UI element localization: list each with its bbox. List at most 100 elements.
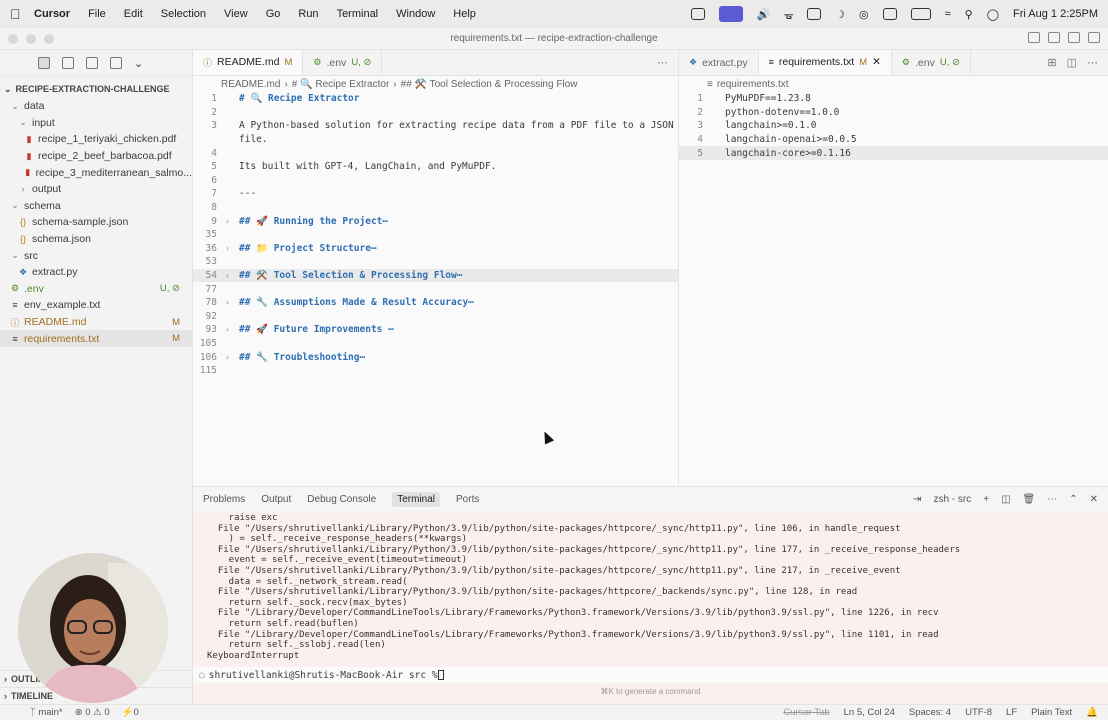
language-mode[interactable]: Plain Text [1031,707,1072,718]
code-line[interactable]: 77 [193,282,678,296]
tree-file-pdf-1[interactable]: ▮ recipe_1_teriyaki_chicken.pdf [0,131,192,148]
code-line[interactable]: 36 › ## 📁 Project Structure⋯ [193,242,678,256]
new-terminal-icon[interactable]: + [983,494,989,505]
menu-window[interactable]: Window [396,8,435,20]
tab-problems[interactable]: Problems [203,494,245,505]
tab-env[interactable]: ⚙ .env U, ⊘ [303,50,383,75]
tree-file-schema-sample[interactable]: {} schema-sample.json [0,214,192,231]
breadcrumb-item[interactable]: # 🔍 Recipe Extractor [292,79,390,90]
chevron-down-icon[interactable]: ⌄ [134,57,146,70]
screen-share-icon[interactable] [718,6,743,22]
cursor-tab-status[interactable]: Cursor Tab [783,707,829,718]
menu-selection[interactable]: Selection [161,8,206,20]
tree-file-env[interactable]: ⚙ .env U, ⊘ [0,281,192,298]
breadcrumb-item[interactable]: ## ⚒️ Tool Selection & Processing Flow [401,79,578,90]
more-actions-icon[interactable]: ⋯ [657,56,668,69]
project-header[interactable]: ⌄ RECIPE-EXTRACTION-CHALLENGE [0,80,192,98]
zoom-window-button[interactable] [44,34,54,44]
toggle-panel-icon[interactable] [1048,32,1060,43]
customize-layout-icon[interactable] [1088,32,1100,43]
split-terminal-icon[interactable]: ◫ [1001,494,1010,505]
encoding-status[interactable]: UTF-8 [965,707,992,718]
code-line[interactable]: file. [193,133,678,147]
app-menu[interactable]: Cursor [34,8,70,20]
code-line[interactable]: 6 [193,174,678,188]
eol-status[interactable]: LF [1006,707,1017,718]
wifi-icon[interactable]: ≈ [945,8,951,20]
spotlight-search-icon[interactable]: ⚲ [965,8,973,21]
tab-ports[interactable]: Ports [456,494,479,505]
more-actions-icon[interactable]: ⋯ [1047,494,1057,505]
explorer-files-icon[interactable] [38,56,50,69]
toggle-sidebar-icon[interactable] [1028,32,1040,43]
focus-moon-icon[interactable]: ☽ [835,8,845,21]
fold-chevron-icon[interactable]: › [225,353,239,362]
code-line[interactable]: 5 Its built with GPT-4, LangChain, and Py… [193,160,678,174]
menu-view[interactable]: View [224,8,248,20]
stage-manager-icon[interactable] [882,8,897,20]
menu-help[interactable]: Help [453,8,476,20]
tab-readme[interactable]: ⓘ README.md M [193,50,304,75]
code-line[interactable]: 35 [193,228,678,242]
code-line[interactable]: 7 --- [193,187,678,201]
code-line[interactable]: 2 python-dotenv==1.0.0 [679,106,1108,120]
code-line[interactable]: 3 langchain>=0.1.0 [679,119,1108,133]
code-line[interactable]: 106 › ## 🔧 Troubleshooting⋯ [193,350,678,364]
extensions-icon[interactable] [110,56,122,69]
battery-icon[interactable] [910,8,931,20]
menu-edit[interactable]: Edit [124,8,143,20]
ports-status[interactable]: ⚡0 [122,707,139,718]
source-control-icon[interactable] [86,56,98,69]
tree-file-schema[interactable]: {} schema.json [0,231,192,248]
breadcrumb-item[interactable]: requirements.txt [717,79,789,90]
shell-label[interactable]: zsh - src [933,494,971,505]
menu-file[interactable]: File [88,8,106,20]
tree-folder-src[interactable]: ⌄ src [0,247,192,264]
code-line[interactable]: 4 langchain-openai>=0.0.5 [679,133,1108,147]
fold-chevron-icon[interactable]: › [225,244,239,253]
split-editor-icon[interactable]: ◫ [1067,56,1077,69]
fold-chevron-icon[interactable]: › [225,217,239,226]
code-area-requirements[interactable]: 1 PyMuPDF==1.23.8 2 python-dotenv==1.0.0 3 la… [679,92,1108,160]
fold-chevron-icon[interactable]: › [225,298,239,307]
bluetooth-icon[interactable]: ᚗ [784,8,793,21]
fold-chevron-icon[interactable]: › [225,271,239,280]
problems-status[interactable]: ⊗ 0 ⚠ 0 [75,707,110,718]
code-line[interactable]: 93 › ## 🚀 Future Improvements ⋯ [193,323,678,337]
terminal-prompt[interactable]: ○ shrutivellanki@Shrutis-MacBook-Air src… [193,667,1108,683]
terminal-output[interactable]: raise exc File "/Users/shrutivellanki/Li… [193,511,1108,661]
code-area-readme[interactable]: 1 # 🔍 Recipe Extractor 2 3 A Python-based so… [193,92,678,377]
trash-icon[interactable]: 🗑 [1023,494,1036,505]
code-line[interactable]: 1 # 🔍 Recipe Extractor [193,92,678,106]
breadcrumb-item[interactable]: README.md [221,79,280,90]
code-line[interactable]: 54 › ## ⚒️ Tool Selection & Processing Flo… [193,268,678,283]
tree-file-env-example[interactable]: ≡ env_example.txt [0,297,192,314]
code-line[interactable]: 5 langchain-core>=0.1.16 [679,146,1108,160]
display-icon[interactable] [807,8,822,20]
code-line[interactable]: 115 [193,364,678,378]
close-window-button[interactable] [8,34,18,44]
menu-go[interactable]: Go [266,8,281,20]
tab-terminal[interactable]: Terminal [392,491,441,507]
close-icon[interactable]: ✕ [1090,494,1098,505]
apple-icon[interactable]:  [10,6,34,22]
record-icon[interactable] [690,8,705,20]
tree-folder-data[interactable]: ⌄ data [0,98,192,115]
airdrop-icon[interactable]: ◎ [859,8,869,21]
code-line[interactable]: 4 [193,146,678,160]
tree-file-pdf-2[interactable]: ▮ recipe_2_beef_barbacoa.pdf [0,148,192,165]
toggle-secondary-sidebar-icon[interactable] [1068,32,1080,43]
menu-run[interactable]: Run [298,8,318,20]
code-line[interactable]: 78 › ## 🔧 Assumptions Made & Result Accura… [193,296,678,310]
control-center-icon[interactable]: ◯ [987,8,999,21]
tree-folder-input[interactable]: ⌄ input [0,115,192,132]
cursor-position[interactable]: Ln 5, Col 24 [844,707,895,718]
fold-chevron-icon[interactable]: › [225,325,239,334]
code-line[interactable]: 105 [193,337,678,351]
more-actions-icon[interactable]: ⋯ [1087,56,1098,69]
close-icon[interactable]: ✕ [872,56,881,68]
tree-folder-schema[interactable]: ⌄ schema [0,198,192,215]
tab-debug-console[interactable]: Debug Console [307,494,376,505]
menubar-clock[interactable]: Fri Aug 1 2:25PM [1013,8,1098,20]
code-line[interactable]: 8 [193,201,678,215]
